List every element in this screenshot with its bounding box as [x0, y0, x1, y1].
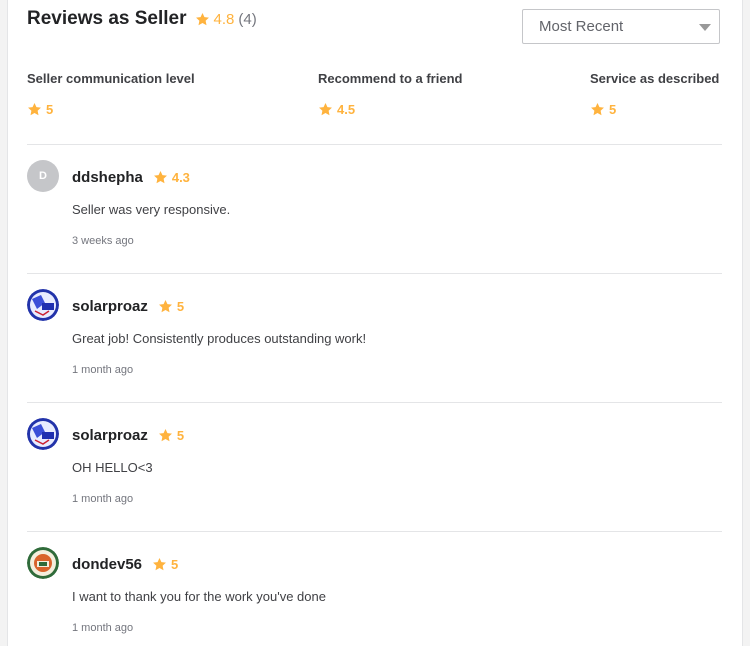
review-header: solarproaz 5 [72, 298, 184, 315]
review-time: 3 weeks ago [72, 235, 134, 247]
avatar[interactable] [27, 418, 59, 450]
review-text: Great job! Consistently produces outstan… [72, 331, 367, 346]
breakdown-service: Service as described 5 [590, 71, 719, 117]
review-time: 1 month ago [72, 493, 134, 505]
breakdown-score: 5 [609, 102, 617, 117]
star-icon [158, 428, 173, 443]
breakdown-rating: 5 [590, 102, 719, 117]
review-time: 1 month ago [72, 622, 134, 634]
breakdown-label: Seller communication level [27, 71, 195, 86]
breakdown-label: Service as described [590, 71, 720, 86]
review-rating: 5 [176, 299, 185, 314]
review-count: (4) [238, 10, 257, 28]
sort-dropdown[interactable]: Most Recent [522, 9, 720, 44]
star-icon [318, 102, 333, 117]
overall-rating: 4.8 (4) [195, 11, 257, 28]
reviewer-username[interactable]: ddshepha [72, 169, 143, 186]
reviews-header: Reviews as Seller 4.8 (4) [27, 8, 257, 30]
breakdown-recommend: Recommend to a friend 4.5 [318, 71, 462, 117]
sort-selected-value: Most Recent [539, 18, 624, 35]
review-text: Seller was very responsive. [72, 202, 231, 217]
divider [27, 531, 722, 532]
reviewer-username[interactable]: dondev56 [72, 556, 142, 573]
review-rating: 5 [171, 557, 179, 572]
review-text: I want to thank you for the work you've … [72, 589, 326, 604]
star-icon [153, 170, 168, 185]
review-text: OH HELLO<3 [72, 460, 153, 475]
star-icon [195, 12, 210, 27]
review-header: ddshepha 4.3 [72, 169, 190, 186]
chevron-down-icon [699, 24, 711, 31]
overall-rating-score: 4.8 [213, 10, 235, 28]
reviewer-username[interactable]: solarproaz [72, 298, 148, 315]
page-title: Reviews as Seller [27, 8, 187, 29]
breakdown-rating: 5 [27, 102, 195, 117]
reviews-panel: Reviews as Seller 4.8 (4) Most Recent Se… [7, 0, 743, 646]
breakdown-rating: 4.5 [318, 102, 462, 117]
star-icon [27, 102, 42, 117]
breakdown-score: 5 [46, 102, 54, 117]
star-icon [152, 557, 167, 572]
review-header: solarproaz 5 [72, 427, 184, 444]
avatar[interactable] [27, 547, 59, 579]
review-rating: 5 [176, 428, 185, 443]
avatar[interactable]: D [27, 160, 59, 192]
review-header: dondev56 5 [72, 556, 178, 573]
divider [27, 402, 722, 403]
divider [27, 144, 722, 145]
star-icon [590, 102, 605, 117]
breakdown-label: Recommend to a friend [318, 71, 463, 86]
breakdown-communication: Seller communication level 5 [27, 71, 195, 117]
divider [27, 273, 722, 274]
reviewer-username[interactable]: solarproaz [72, 427, 148, 444]
star-icon [158, 299, 173, 314]
review-rating: 4.3 [171, 170, 190, 185]
review-time: 1 month ago [72, 364, 134, 376]
breakdown-score: 4.5 [337, 102, 356, 117]
avatar[interactable] [27, 289, 59, 321]
